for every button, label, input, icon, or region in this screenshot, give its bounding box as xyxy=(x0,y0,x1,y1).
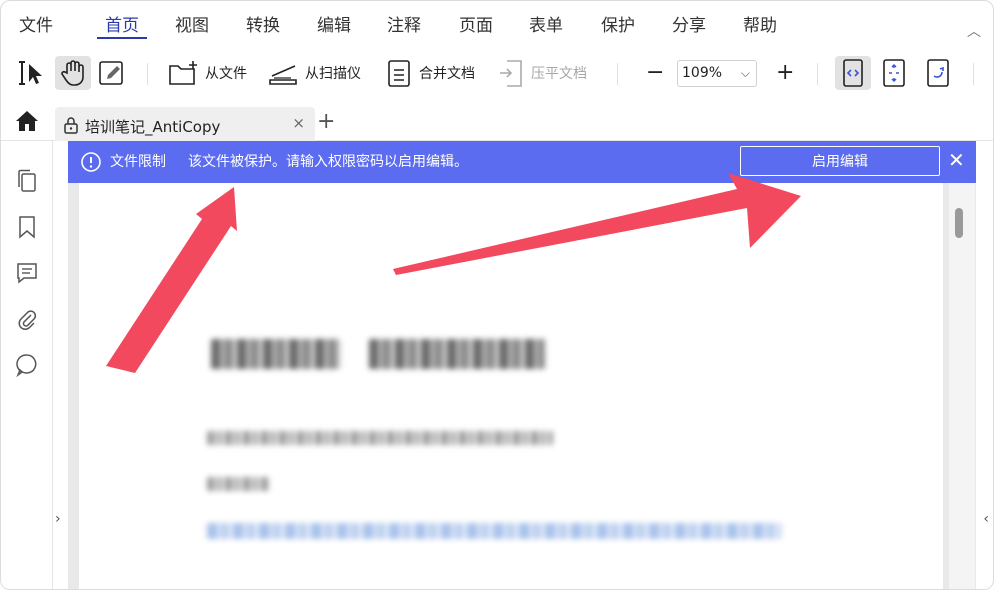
from-file-button[interactable]: 从文件 xyxy=(167,56,247,90)
close-banner-button[interactable]: ✕ xyxy=(948,148,965,172)
lock-icon xyxy=(64,117,78,134)
attachment-icon[interactable] xyxy=(16,307,38,331)
home-icon xyxy=(16,111,38,131)
menu-annotate[interactable]: 注释 xyxy=(387,11,421,36)
expand-right-panel-icon[interactable]: ‹ xyxy=(983,511,989,527)
merge-docs-button[interactable]: 合并文档 xyxy=(385,56,475,90)
blurred-heading xyxy=(211,339,341,369)
menu-protect[interactable]: 保护 xyxy=(601,11,635,36)
menu-file[interactable]: 文件 xyxy=(19,11,53,36)
edit-tool-button[interactable] xyxy=(97,56,127,90)
rotate-view-button[interactable] xyxy=(925,56,951,90)
hand-icon xyxy=(61,60,84,86)
toolbar: 从文件 从扫描仪 合并文档 压平文档 xyxy=(1,49,993,99)
toolbar-divider xyxy=(617,63,618,85)
select-cursor-icon xyxy=(19,61,42,85)
menu-convert[interactable]: 转换 xyxy=(246,11,280,36)
fit-page-button[interactable] xyxy=(881,56,907,90)
enable-editing-button[interactable]: 启用编辑 xyxy=(740,146,940,176)
tab-document[interactable]: 培训笔记_AntiCopy × xyxy=(55,107,315,141)
merge-doc-icon xyxy=(388,60,410,87)
collapse-ribbon-icon[interactable]: ︿ xyxy=(967,21,981,41)
banner-label: 文件限制 xyxy=(110,154,166,170)
zoom-out-button[interactable]: − xyxy=(646,61,664,85)
scanner-icon xyxy=(269,65,297,85)
banner-message: 该文件被保护。请输入权限密码以启用编辑。 xyxy=(188,154,468,170)
flatten-doc-button[interactable]: 压平文档 xyxy=(497,56,587,90)
merge-docs-label: 合并文档 xyxy=(419,66,475,82)
restriction-banner: 文件限制 该文件被保护。请输入权限密码以启用编辑。 启用编辑 ✕ xyxy=(68,141,976,183)
close-tab-button[interactable]: × xyxy=(292,114,305,132)
menu-home[interactable]: 首页 xyxy=(105,11,139,36)
blurred-text-line xyxy=(207,477,269,491)
select-tool-button[interactable] xyxy=(17,56,47,90)
left-sidebar xyxy=(1,141,53,589)
active-menu-indicator xyxy=(97,37,147,39)
search-bubble-icon[interactable] xyxy=(16,353,38,377)
toolbar-divider xyxy=(973,63,974,85)
vertical-scrollbar[interactable] xyxy=(949,183,975,589)
fit-width-icon xyxy=(843,59,863,87)
fit-page-icon xyxy=(883,59,905,87)
tab-bar: 培训笔记_AntiCopy × + xyxy=(1,105,993,141)
menu-view[interactable]: 视图 xyxy=(175,11,209,36)
menu-bar: 文件 首页 视图 转换 编辑 注释 页面 表单 保护 分享 帮助 ︿ xyxy=(1,1,993,45)
from-scanner-label: 从扫描仪 xyxy=(305,66,361,82)
hand-tool-button[interactable] xyxy=(55,56,91,90)
bookmark-icon[interactable] xyxy=(16,215,38,239)
flatten-doc-icon xyxy=(500,60,522,87)
pages-icon[interactable] xyxy=(16,169,38,193)
edit-icon xyxy=(99,61,123,85)
toolbar-divider xyxy=(817,63,818,85)
info-icon xyxy=(81,152,101,172)
add-file-icon xyxy=(169,61,197,85)
from-scanner-button[interactable]: 从扫描仪 xyxy=(267,56,361,90)
blurred-heading xyxy=(369,339,545,369)
app-window: 文件 首页 视图 转换 编辑 注释 页面 表单 保护 分享 帮助 ︿ 从文件 从… xyxy=(0,0,994,590)
document-page xyxy=(79,183,943,589)
flatten-doc-label: 压平文档 xyxy=(531,66,587,82)
zoom-in-button[interactable]: + xyxy=(776,61,794,85)
zoom-value: 109% xyxy=(682,65,723,81)
home-button[interactable] xyxy=(15,110,39,136)
fit-width-button[interactable] xyxy=(835,56,871,90)
tab-title: 培训笔记_AntiCopy xyxy=(85,118,221,136)
blurred-text-line xyxy=(207,431,553,445)
comment-icon[interactable] xyxy=(16,261,38,285)
toolbar-divider xyxy=(147,63,148,85)
new-tab-button[interactable]: + xyxy=(317,109,335,134)
scrollbar-thumb[interactable] xyxy=(955,208,963,238)
menu-edit[interactable]: 编辑 xyxy=(317,11,351,36)
chevron-down-icon: ⌵ xyxy=(740,66,750,80)
blurred-link-line xyxy=(207,523,781,539)
zoom-select[interactable]: 109% ⌵ xyxy=(677,60,757,87)
from-file-label: 从文件 xyxy=(205,66,247,82)
rotate-view-icon xyxy=(927,59,949,87)
menu-form[interactable]: 表单 xyxy=(529,11,563,36)
menu-help[interactable]: 帮助 xyxy=(743,11,777,36)
menu-share[interactable]: 分享 xyxy=(672,11,706,36)
expand-left-panel-icon[interactable]: › xyxy=(55,511,61,527)
menu-page[interactable]: 页面 xyxy=(459,11,493,36)
